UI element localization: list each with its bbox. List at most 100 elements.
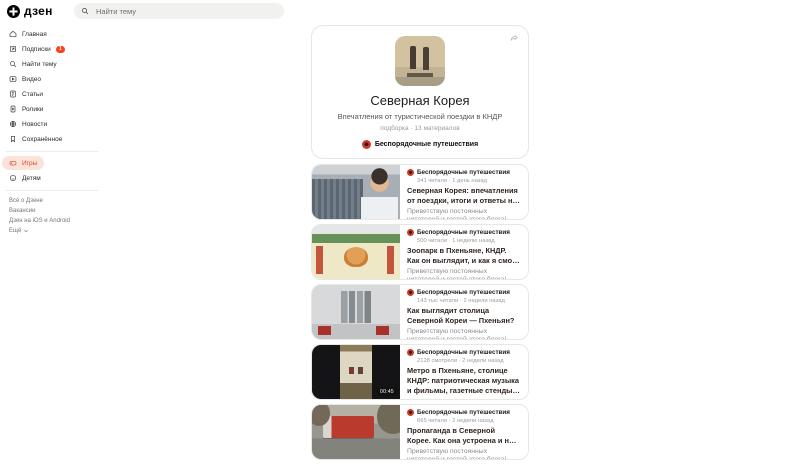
subscriptions-icon [10, 46, 16, 52]
statues-graphic [410, 46, 416, 69]
feed-card[interactable]: Беспорядочные путешествия 143 тыс читали… [311, 284, 529, 340]
post-snippet: Приветствую постоянных читателей и госте… [407, 207, 507, 220]
sidebar-divider [6, 190, 98, 191]
post-body: Беспорядочные путешествия 665 читали · 2… [400, 405, 528, 459]
video-icon [9, 76, 17, 82]
sidebar-item-video[interactable]: Видео [2, 72, 48, 86]
sidebar-item-label: Новости [22, 120, 48, 128]
collection-channel-link[interactable]: Беспорядочные путешествия [322, 140, 518, 149]
channel-name: Беспорядочные путешествия [374, 141, 479, 148]
search-icon [82, 8, 89, 15]
post-title[interactable]: Пропаганда в Северной Корее. Как она уст… [407, 426, 520, 446]
sidebar-item-label: Игры [22, 159, 38, 167]
post-body: Беспорядочные путешествия 341 читали · 1… [400, 165, 528, 219]
collection-header-card: Северная Корея Впечатления от туристичес… [311, 25, 529, 159]
sidebar-item-games[interactable]: Игры [2, 156, 45, 170]
dzen-logo-text: дзен [24, 4, 53, 18]
post-snippet: Приветствую постоянных читателей и госте… [407, 267, 507, 280]
channel-name[interactable]: Беспорядочные путешествия [417, 169, 510, 176]
feed-card[interactable]: Беспорядочные путешествия 665 читали · 2… [311, 404, 529, 460]
post-title[interactable]: Метро в Пхеньяне, столице КНДР: патриоти… [407, 366, 520, 395]
sidebar-item-articles[interactable]: Статьи [2, 87, 50, 101]
bookmark-icon [11, 136, 15, 143]
post-stats: 341 читали · 1 день назад [417, 177, 488, 184]
sidebar-item-shorts[interactable]: Ролики [2, 102, 50, 116]
smiley-icon [10, 175, 16, 181]
footer-link-jobs[interactable]: Вакансии [9, 208, 70, 214]
post-stats: 2128 смотрели · 2 недели назад [417, 357, 504, 364]
channel-avatar [361, 140, 371, 149]
top-bar: дзен [0, 0, 800, 24]
sidebar-item-label: Детям [22, 174, 41, 182]
post-thumbnail[interactable] [312, 225, 400, 279]
collection-meta: подборка · 13 материалов [380, 125, 460, 132]
sidebar-item-home[interactable]: Главная [2, 27, 54, 41]
sidebar-item-news[interactable]: Новости [2, 117, 54, 131]
search-input[interactable] [94, 5, 277, 17]
channel-avatar[interactable] [407, 229, 414, 236]
post-title[interactable]: Как выглядит столица Северной Кореи — Пх… [407, 306, 520, 326]
subscriptions-badge: 1 [55, 45, 65, 53]
sidebar: Главная Подписки 1 Найти тему Видео Стат… [0, 27, 110, 234]
articles-icon [10, 90, 16, 98]
pedestal-graphic [407, 73, 433, 77]
sidebar-item-label: Сохранённое [22, 135, 63, 143]
channel-name[interactable]: Беспорядочные путешествия [417, 349, 510, 356]
video-thumbnail[interactable]: 00:45 [312, 345, 400, 399]
gamepad-icon [9, 161, 17, 166]
sidebar-item-label: Подписки [22, 45, 51, 53]
feed-card-video[interactable]: 00:45 Беспорядочные путешествия 2128 смо… [311, 344, 529, 400]
main-feed: Северная Корея Впечатления от туристичес… [311, 25, 529, 464]
collection-subtitle: Впечатления от туристической поездки в К… [337, 112, 503, 121]
sidebar-item-label: Ролики [22, 105, 44, 113]
channel-name[interactable]: Беспорядочные путешествия [417, 409, 510, 416]
channel-avatar[interactable] [407, 169, 414, 176]
dzen-logo[interactable]: дзен [7, 4, 53, 18]
sidebar-item-subscriptions[interactable]: Подписки 1 [2, 42, 72, 56]
post-thumbnail[interactable] [312, 285, 400, 339]
dzen-logo-icon [7, 4, 20, 18]
home-icon [9, 30, 17, 37]
channel-name[interactable]: Беспорядочные путешествия [417, 229, 510, 236]
feed-card[interactable]: Беспорядочные путешествия 500 читали · 1… [311, 224, 529, 280]
sidebar-item-find-topic[interactable]: Найти тему [2, 57, 64, 71]
post-stats: 143 тыс читали · 2 недели назад [417, 297, 505, 304]
search-icon [10, 61, 17, 68]
sidebar-item-label: Видео [22, 75, 41, 83]
shorts-icon [10, 105, 16, 113]
post-thumbnail[interactable] [312, 165, 400, 219]
post-title[interactable]: Северная Корея: впечатления от поездки, … [407, 186, 520, 206]
news-icon [10, 121, 16, 127]
video-duration-badge: 00:45 [376, 388, 397, 396]
sidebar-item-label: Главная [22, 30, 47, 38]
share-button[interactable] [509, 33, 520, 43]
collection-title: Северная Корея [370, 93, 470, 108]
post-body: Беспорядочные путешествия 2128 смотрели … [400, 345, 528, 399]
share-icon [510, 35, 518, 41]
channel-avatar[interactable] [407, 289, 414, 296]
feed-card[interactable]: Беспорядочные путешествия 341 читали · 1… [311, 164, 529, 220]
footer-more-button[interactable]: Ещё [9, 228, 70, 234]
sidebar-item-label: Найти тему [22, 60, 57, 68]
sidebar-item-kids[interactable]: Детям [2, 171, 48, 185]
channel-name[interactable]: Беспорядочные путешествия [417, 289, 510, 296]
channel-avatar[interactable] [407, 409, 414, 416]
chevron-down-icon [24, 230, 29, 233]
post-body: Беспорядочные путешествия 143 тыс читали… [400, 285, 528, 339]
post-stats: 500 читали · 1 неделю назад [417, 237, 495, 244]
post-thumbnail[interactable] [312, 405, 400, 459]
post-snippet: Приветствую постоянных читателей и госте… [407, 447, 507, 460]
footer-link-about[interactable]: Всё о Дзене [9, 198, 70, 204]
post-title[interactable]: Зоопарк в Пхеньяне, КНДР. Как он выгляди… [407, 246, 520, 266]
sidebar-footer: Всё о Дзене Вакансии Дзен на iOS и Andro… [0, 195, 70, 234]
sidebar-divider [6, 151, 98, 152]
channel-avatar[interactable] [407, 349, 414, 356]
collection-cover-image[interactable] [395, 36, 445, 86]
sidebar-item-saved[interactable]: Сохранённое [2, 132, 69, 146]
footer-more-label: Ещё [9, 228, 22, 234]
sidebar-item-label: Статьи [22, 90, 44, 98]
search-bar[interactable] [74, 3, 284, 19]
post-body: Беспорядочные путешествия 500 читали · 1… [400, 225, 528, 279]
post-snippet: Приветствую постоянных читателей и госте… [407, 327, 507, 340]
footer-link-apps[interactable]: Дзен на iOS и Android [9, 218, 70, 224]
